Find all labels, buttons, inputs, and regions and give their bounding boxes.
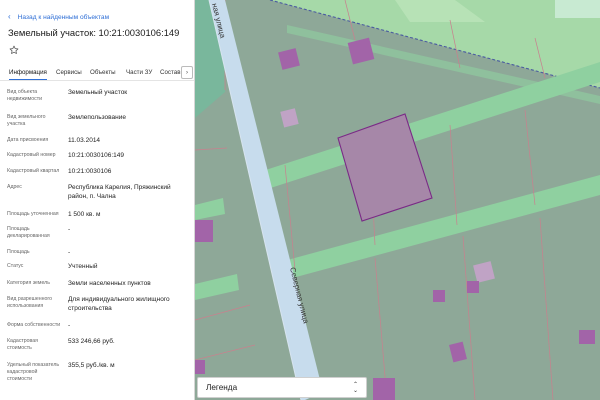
attribute-value: 10:21:0030106:149 xyxy=(68,152,125,159)
attribute-value: - xyxy=(68,322,71,329)
star-icon[interactable] xyxy=(9,45,19,55)
page-title: Земельный участок: 10:21:0030106:149 xyxy=(8,27,180,38)
building xyxy=(579,330,595,344)
attribute-label: Кадастровый квартал xyxy=(7,168,60,174)
attribute-label: Площадь xyxy=(7,249,30,255)
tab-parcel-parts[interactable]: Части ЗУ xyxy=(126,67,152,80)
attribute-value: Для индивидуального жилищного строительс… xyxy=(68,296,170,312)
chevron-right-icon: › xyxy=(186,69,188,76)
attribute-label: Категория земель xyxy=(7,280,50,286)
attribute-label: Вид разрешенного использования xyxy=(7,296,53,310)
chevron-left-icon: ‹ xyxy=(8,12,11,21)
tab-services[interactable]: Сервисы xyxy=(56,67,82,80)
attribute-label: Форма собственности xyxy=(7,322,61,328)
attribute-label: Адрес xyxy=(7,184,22,190)
attribute-value: 1 500 кв. м xyxy=(68,211,101,218)
attribute-value: 11.03.2014 xyxy=(68,137,101,144)
tabs-scroll-right-button[interactable]: › xyxy=(181,66,193,79)
tab-bar: Информация Сервисы Объекты Части ЗУ Сост… xyxy=(0,66,194,81)
building xyxy=(433,290,445,302)
attribute-label: Статус xyxy=(7,263,24,269)
building xyxy=(373,378,395,400)
cadastral-map[interactable]: ная улица Северная улица xyxy=(195,0,600,400)
attribute-value: 533 246,66 руб. xyxy=(68,338,115,345)
attribute-label: Удельный показатель кадастровой стоимост… xyxy=(7,362,60,383)
info-panel: ‹ Назад к найденным объектам Земельный у… xyxy=(0,0,195,400)
legend-select[interactable]: Легенда ⌃ ⌄ xyxy=(197,377,367,398)
building xyxy=(195,360,205,374)
building xyxy=(195,220,213,242)
attribute-value: Земли населенных пунктов xyxy=(68,280,151,287)
chevron-updown-icon: ⌃ ⌄ xyxy=(352,382,358,394)
attribute-label: Дата присвоения xyxy=(7,137,49,143)
attribute-label: Площадь декларированная xyxy=(7,226,50,240)
attribute-value: Земельный участок xyxy=(68,89,128,96)
field-patch xyxy=(555,0,600,18)
attribute-value: - xyxy=(68,226,71,233)
tab-objects[interactable]: Объекты xyxy=(90,67,116,80)
attribute-label: Площадь уточненная xyxy=(7,211,59,217)
building xyxy=(467,281,479,293)
attribute-label: Вид объекта недвижимости xyxy=(7,89,43,103)
tab-composition[interactable]: Состав xyxy=(160,67,181,80)
attribute-value: Землепользование xyxy=(68,114,126,121)
attribute-value: Республика Карелия, Пряжинский район, п.… xyxy=(68,184,171,200)
legend-label: Легенда xyxy=(206,383,238,392)
attribute-label: Кадастровая стоимость xyxy=(7,338,38,352)
attribute-label: Кадастровый номер xyxy=(7,152,56,158)
attribute-value: - xyxy=(68,249,71,256)
back-link[interactable]: ‹ Назад к найденным объектам xyxy=(8,12,109,22)
attribute-value: 355,5 руб./кв. м xyxy=(68,362,115,369)
attribute-label: Вид земельного участка xyxy=(7,114,46,128)
map-canvas[interactable]: ная улица Северная улица xyxy=(195,0,600,400)
back-link-label: Назад к найденным объектам xyxy=(17,13,110,21)
attribute-value: 10:21:0030106 xyxy=(68,168,112,175)
tab-information[interactable]: Информация xyxy=(9,67,47,80)
attribute-value: Учтенный xyxy=(68,263,98,270)
